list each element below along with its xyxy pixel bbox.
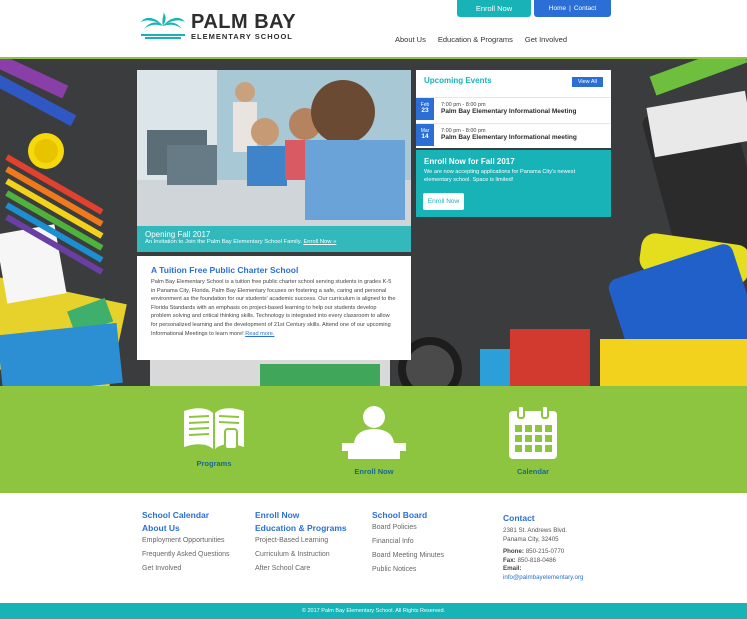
contact-address-line1: 2381 St. Andrews Blvd. [503, 527, 567, 534]
events-title: Upcoming Events [424, 76, 492, 85]
caption-text: An Invitation to Join the Palm Bay Eleme… [145, 239, 302, 245]
footer-link-board-minutes[interactable]: Board Meeting Minutes [372, 552, 444, 559]
footer-contact: Contact 2381 St. Andrews Blvd. Panama Ci… [503, 513, 583, 581]
contact-fax: Fax: 850-818-0486 [503, 557, 583, 566]
site-logo[interactable]: PALM BAY ELEMENTARY SCHOOL [141, 12, 296, 41]
footer-school-board[interactable]: School Board [372, 510, 444, 520]
palm-logo-icon [141, 12, 185, 40]
quick-links-band: Programs Enroll Now Calendar [0, 386, 747, 493]
enroll-card-button[interactable]: Enroll Now [423, 193, 464, 210]
caption-enroll-link[interactable]: Enroll Now » [303, 239, 336, 245]
email-link[interactable]: info@palmbayelementary.org [503, 574, 583, 581]
about-title: A Tuition Free Public Charter School [151, 265, 299, 275]
fax-label: Fax: [503, 556, 516, 564]
footer-link-curriculum[interactable]: Curriculum & Instruction [255, 551, 347, 558]
footer-links: School Calendar About Us Employment Oppo… [0, 493, 747, 603]
classroom-photo [137, 70, 411, 252]
about-text: Palm Bay Elementary School is a tuition … [151, 278, 397, 338]
logo-subtitle: ELEMENTARY SCHOOL [191, 32, 293, 41]
phone-label: Phone: [503, 548, 524, 555]
copyright-bar: © 2017 Palm Bay Elementary School. All R… [0, 603, 747, 619]
enroll-now-top-button[interactable]: Enroll Now [457, 0, 531, 17]
fax-value: 850-818-0486 [517, 556, 557, 564]
footer-link-faq[interactable]: Frequently Asked Questions [142, 551, 230, 558]
programs-link[interactable]: Programs [181, 405, 247, 468]
home-link[interactable]: Home [549, 5, 566, 12]
enroll-now-label: Enroll Now [354, 467, 394, 476]
event-date-badge: Feb 23 [416, 97, 434, 120]
contact-link[interactable]: Contact [574, 5, 596, 12]
nav-about-us[interactable]: About Us [395, 35, 426, 44]
event-title: Palm Bay Elementary Informational meetin… [441, 134, 577, 141]
contact-phone: Phone: 850-215-0770 [503, 548, 583, 557]
footer-col-2: Enroll Now Education & Programs Project-… [255, 510, 347, 579]
enroll-now-link[interactable]: Enroll Now [338, 405, 410, 476]
footer-link-get-involved[interactable]: Get Involved [142, 565, 230, 572]
calendar-link[interactable]: Calendar [506, 405, 560, 476]
footer-link-financial-info[interactable]: Financial Info [372, 538, 444, 545]
footer-col-3: School Board Board Policies Financial In… [372, 510, 444, 580]
about-body: Palm Bay Elementary School is a tuition … [151, 279, 396, 337]
utility-separator: | [569, 5, 571, 12]
calendar-label: Calendar [516, 467, 550, 476]
footer-school-calendar[interactable]: School Calendar [142, 510, 230, 520]
nav-get-involved[interactable]: Get Involved [525, 35, 567, 44]
enroll-card-title: Enroll Now for Fall 2017 [424, 157, 515, 166]
footer-link-employment[interactable]: Employment Opportunities [142, 537, 230, 544]
footer-col-1: School Calendar About Us Employment Oppo… [142, 510, 230, 579]
event-item[interactable]: Feb 23 7:00 pm - 8:00 pm Palm Bay Elemen… [416, 97, 611, 120]
contact-address-line2: Panama City, 32405 [503, 535, 559, 543]
footer-link-pbl[interactable]: Project-Based Learning [255, 537, 347, 544]
calendar-icon [509, 405, 557, 459]
hero-photo: Opening Fall 2017 An Invitation to Join … [137, 70, 411, 252]
footer-education-programs[interactable]: Education & Programs [255, 523, 347, 533]
main-nav: About Us Education & Programs Get Involv… [395, 35, 567, 44]
footer-link-public-notices[interactable]: Public Notices [372, 566, 444, 573]
view-all-button[interactable]: View All [571, 77, 603, 87]
enroll-card-text: We are now accepting applications for Pa… [424, 169, 576, 183]
read-more-link[interactable]: Read more. [245, 331, 274, 337]
hero-caption: Opening Fall 2017 An Invitation to Join … [137, 226, 411, 252]
caption-subtitle: An Invitation to Join the Palm Bay Eleme… [145, 239, 403, 245]
logo-name: PALM BAY [191, 11, 297, 33]
event-day: 23 [421, 106, 429, 114]
footer-enroll-now[interactable]: Enroll Now [255, 510, 347, 520]
event-day: 14 [421, 132, 429, 140]
book-icon [184, 408, 244, 450]
hero-section: Opening Fall 2017 An Invitation to Join … [0, 59, 747, 386]
contact-heading: Contact [503, 513, 535, 523]
programs-label: Programs [196, 459, 232, 468]
footer-link-after-school[interactable]: After School Care [255, 565, 347, 572]
upcoming-events-card: Upcoming Events View All Feb 23 7:00 pm … [416, 70, 611, 148]
email-label: Email: [503, 565, 522, 572]
phone-value[interactable]: 850-215-0770 [526, 548, 565, 555]
footer-link-board-policies[interactable]: Board Policies [372, 524, 444, 531]
footer-about-us[interactable]: About Us [142, 523, 230, 533]
about-card: A Tuition Free Public Charter School Pal… [137, 256, 411, 360]
contact-email: Email: [503, 565, 583, 574]
event-title: Palm Bay Elementary Informational Meetin… [441, 108, 577, 115]
event-item[interactable]: Mar 14 7:00 pm - 8:00 pm Palm Bay Elemen… [416, 123, 611, 146]
nav-education-programs[interactable]: Education & Programs [438, 35, 513, 44]
site-header: PALM BAY ELEMENTARY SCHOOL Enroll Now Ho… [0, 0, 747, 59]
utility-bar: Home | Contact [534, 0, 611, 17]
event-date-badge: Mar 14 [416, 123, 434, 146]
student-desk-icon [342, 406, 406, 459]
caption-title: Opening Fall 2017 [145, 230, 211, 239]
